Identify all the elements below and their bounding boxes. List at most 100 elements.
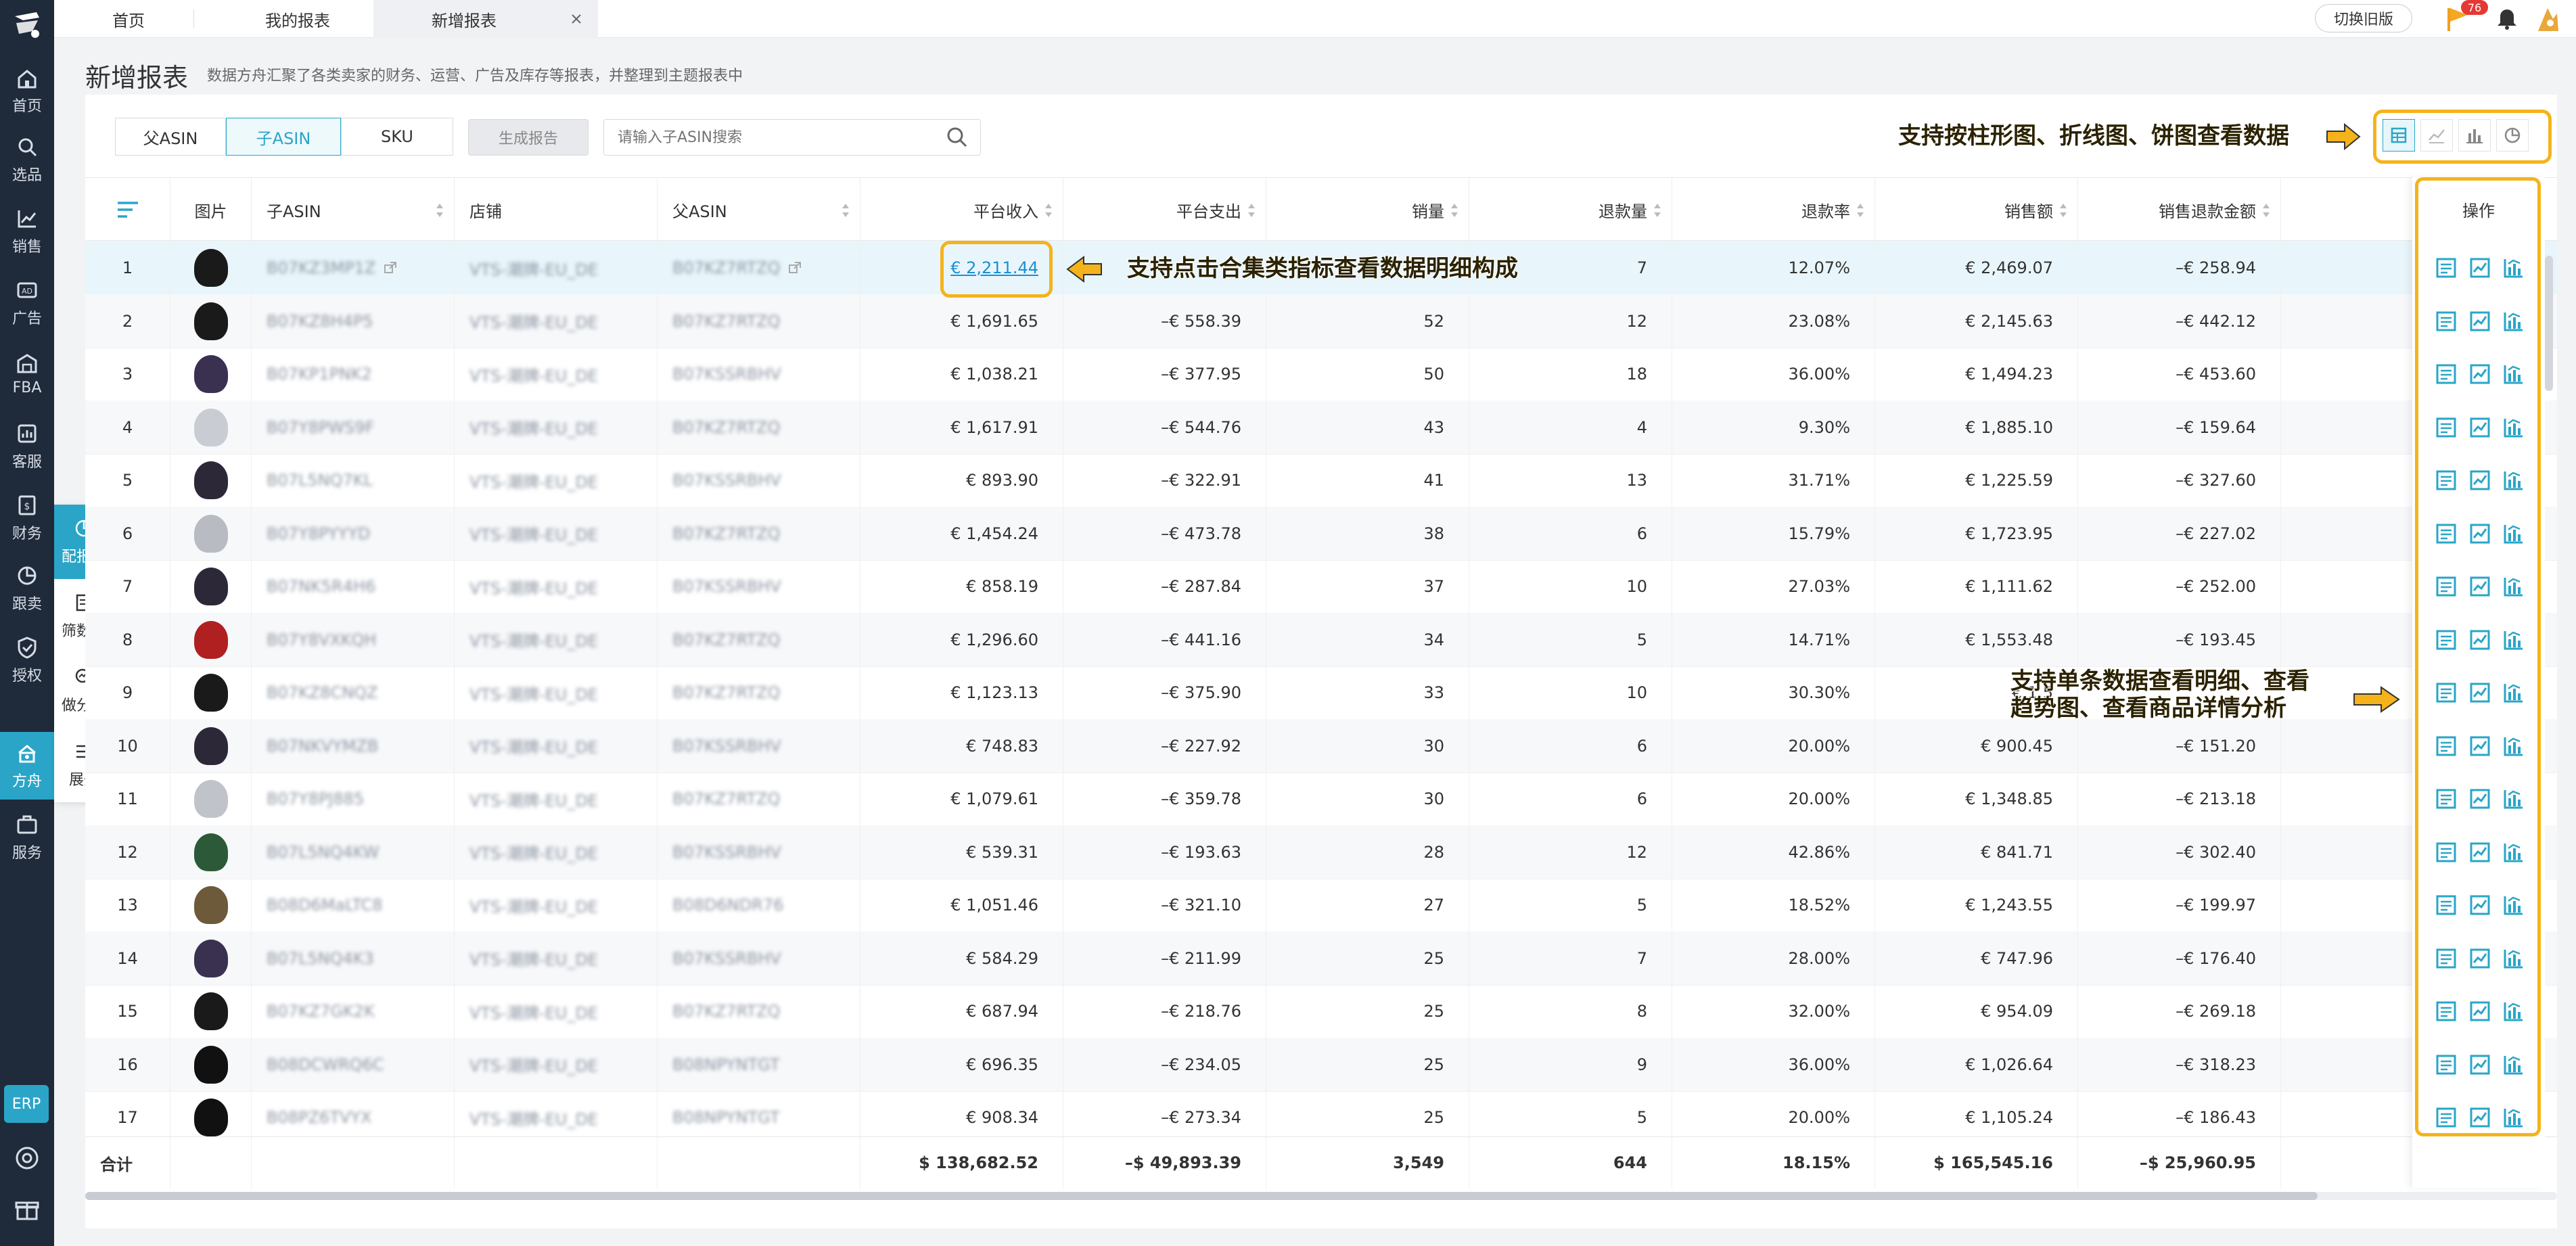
sidebar-item-home[interactable]: 首页: [0, 57, 54, 124]
external-link-icon[interactable]: [384, 261, 397, 275]
asin-value[interactable]: B07Y8VXKQH: [267, 630, 376, 649]
trend-chart-icon[interactable]: [2468, 946, 2492, 971]
product-analysis-icon[interactable]: [2502, 468, 2526, 492]
asin-value[interactable]: B07KZ7RTZQ: [672, 630, 780, 649]
cell-img[interactable]: [170, 1037, 252, 1092]
detail-list-icon[interactable]: [2434, 362, 2458, 386]
cell-img[interactable]: [170, 453, 252, 507]
segment-sku[interactable]: SKU: [341, 118, 453, 156]
sidebar-item-shield[interactable]: 授权: [0, 626, 54, 694]
product-analysis-icon[interactable]: [2502, 628, 2526, 652]
trend-chart-icon[interactable]: [2468, 522, 2492, 546]
table-row[interactable]: 7 B07NK5R4H6 VTS-潮牌-EU_DE B07KSSRBHV € 858.1…: [85, 559, 2557, 614]
asin-value[interactable]: B07KZ8CNQZ: [267, 683, 378, 702]
cell-asin[interactable]: B07NK5R4H6: [252, 559, 455, 614]
sort-icon[interactable]: [1247, 202, 1256, 218]
sidebar-item-warehouse[interactable]: FBA: [0, 340, 54, 407]
trend-chart-icon[interactable]: [2468, 362, 2492, 386]
detail-list-icon[interactable]: [2434, 309, 2458, 333]
product-analysis-icon[interactable]: [2502, 1105, 2526, 1130]
product-thumbnail[interactable]: [193, 1099, 228, 1136]
cell-income[interactable]: € 1,079.61: [860, 772, 1063, 826]
product-analysis-icon[interactable]: [2502, 362, 2526, 386]
sidebar-item-search[interactable]: 选品: [0, 126, 54, 193]
asin-value[interactable]: B07KZ7RTZQ: [672, 312, 780, 331]
external-link-icon[interactable]: [788, 261, 802, 275]
asin-value[interactable]: B07Y8PYYYD: [267, 524, 370, 543]
cell-img[interactable]: [170, 506, 252, 561]
cell-income[interactable]: € 687.94: [860, 984, 1063, 1038]
cell-parent[interactable]: B07KSSRBHV: [658, 931, 860, 986]
asin-value[interactable]: B07KZ7RTZQ: [672, 524, 780, 543]
cell-asin[interactable]: B07L5NQ7KL: [252, 453, 455, 507]
generate-report-button[interactable]: 生成报告: [468, 119, 589, 156]
user-avatar-icon[interactable]: [2533, 4, 2562, 34]
product-thumbnail[interactable]: [193, 568, 228, 605]
detail-list-icon[interactable]: [2434, 680, 2458, 705]
cell-income[interactable]: € 1,617.91: [860, 400, 1063, 455]
detail-list-icon[interactable]: [2434, 999, 2458, 1023]
sort-icon[interactable]: [2058, 202, 2068, 218]
column-header-asin[interactable]: 子ASIN: [252, 178, 455, 241]
cell-img[interactable]: [170, 400, 252, 455]
cell-asin[interactable]: B07NKVYMZB: [252, 718, 455, 773]
detail-list-icon[interactable]: [2434, 256, 2458, 280]
cell-parent[interactable]: B07KZ7RTZQ: [658, 612, 860, 667]
cell-img[interactable]: [170, 241, 252, 295]
table-row[interactable]: 12 B07L5NQ4KW VTS-潮牌-EU_DE B07KSSRBHV € 539.…: [85, 825, 2557, 879]
trend-chart-icon[interactable]: [2468, 1105, 2492, 1130]
product-thumbnail[interactable]: [193, 780, 228, 818]
product-thumbnail[interactable]: [193, 249, 228, 287]
asin-value[interactable]: B07KZ7GK2K: [267, 1002, 375, 1021]
sidebar-item-follow-sell[interactable]: 跟卖: [0, 555, 54, 622]
product-thumbnail[interactable]: [193, 939, 228, 977]
table-row[interactable]: 8 B07Y8VXKQH VTS-潮牌-EU_DE B07KZ7RTZQ € 1,296…: [85, 612, 2557, 667]
asin-value[interactable]: B07KZ7RTZQ: [672, 683, 780, 702]
cell-asin[interactable]: B07KP1PNK2: [252, 347, 455, 401]
sidebar-item-ad[interactable]: AD 广告: [0, 269, 54, 337]
product-analysis-icon[interactable]: [2502, 999, 2526, 1023]
cell-asin[interactable]: B07L5NQ4KW: [252, 825, 455, 879]
asin-value[interactable]: B07KSSRBHV: [672, 577, 781, 596]
asin-value[interactable]: B07KSSRBHV: [672, 737, 781, 756]
detail-list-icon[interactable]: [2434, 946, 2458, 971]
trend-chart-icon[interactable]: [2468, 1053, 2492, 1077]
ark-logo-icon[interactable]: [9, 7, 45, 42]
cell-income[interactable]: € 539.31: [860, 825, 1063, 879]
asin-value[interactable]: B07KSSRBHV: [672, 471, 781, 490]
cell-asin[interactable]: B07Y8PYYYD: [252, 506, 455, 561]
cell-parent[interactable]: B07KSSRBHV: [658, 718, 860, 773]
asin-value[interactable]: B07L5NQ4K3: [267, 949, 374, 968]
cell-asin[interactable]: B07KZ3MP1Z: [252, 241, 455, 295]
cell-parent[interactable]: B07KSSRBHV: [658, 347, 860, 401]
asin-value[interactable]: B07KZ3MP1Z: [267, 258, 375, 277]
cell-img[interactable]: [170, 612, 252, 667]
trend-chart-icon[interactable]: [2468, 256, 2492, 280]
table-row[interactable]: 14 B07L5NQ4K3 VTS-潮牌-EU_DE B07KSSRBHV € 584.…: [85, 931, 2557, 986]
cell-asin[interactable]: B08DCWRQ6C: [252, 1037, 455, 1092]
cell-parent[interactable]: B08NPYNTGT: [658, 1037, 860, 1092]
cell-img[interactable]: [170, 984, 252, 1038]
asin-value[interactable]: B08D6NDR76: [672, 896, 783, 915]
product-analysis-icon[interactable]: [2502, 787, 2526, 811]
detail-list-icon[interactable]: [2434, 574, 2458, 599]
cell-asin[interactable]: B07Y8VXKQH: [252, 612, 455, 667]
product-thumbnail[interactable]: [193, 992, 228, 1030]
sort-icon[interactable]: [841, 202, 850, 218]
asin-value[interactable]: B07KSSRBHV: [672, 949, 781, 968]
column-header-refund[interactable]: 退款量: [1469, 178, 1672, 241]
product-analysis-icon[interactable]: [2502, 946, 2526, 971]
product-analysis-icon[interactable]: [2502, 734, 2526, 758]
product-thumbnail[interactable]: [193, 355, 228, 393]
asin-value[interactable]: B07KZ7RTZQ: [672, 789, 780, 808]
trend-chart-icon[interactable]: [2468, 574, 2492, 599]
erp-badge[interactable]: ERP: [4, 1085, 49, 1123]
segment-parent-asin[interactable]: 父ASIN: [115, 118, 226, 156]
cell-income[interactable]: € 584.29: [860, 931, 1063, 986]
cell-img[interactable]: [170, 825, 252, 879]
cell-asin[interactable]: B07KZ8H4P5: [252, 294, 455, 348]
sort-icon[interactable]: [1856, 202, 1865, 218]
asin-value[interactable]: B08PZ6TVYX: [267, 1108, 371, 1127]
sidebar-item-sales-chart[interactable]: 销售: [0, 198, 54, 265]
close-icon[interactable]: [570, 12, 583, 26]
